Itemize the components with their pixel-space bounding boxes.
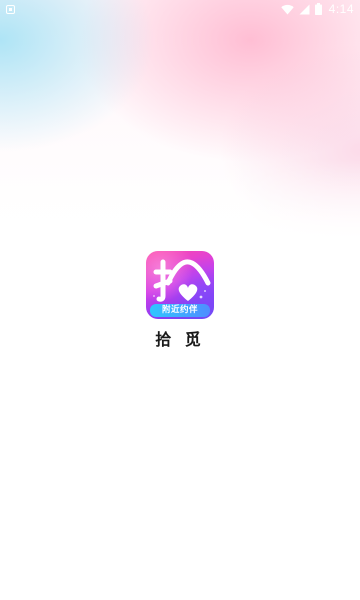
icon-banner-label: 附近约伴 — [150, 304, 210, 317]
wifi-icon — [280, 4, 294, 14]
status-time: 4:14 — [328, 2, 354, 16]
background-fade — [0, 160, 360, 240]
status-bar: 4:14 — [0, 0, 360, 18]
notification-icon — [6, 4, 15, 14]
battery-icon — [314, 3, 322, 15]
splash-screen: 4:14 附近约伴 拾 觅 — [0, 0, 360, 600]
app-logo-icon: 附近约伴 — [146, 251, 214, 319]
app-name: 拾 觅 — [155, 330, 205, 349]
signal-icon — [299, 4, 310, 14]
